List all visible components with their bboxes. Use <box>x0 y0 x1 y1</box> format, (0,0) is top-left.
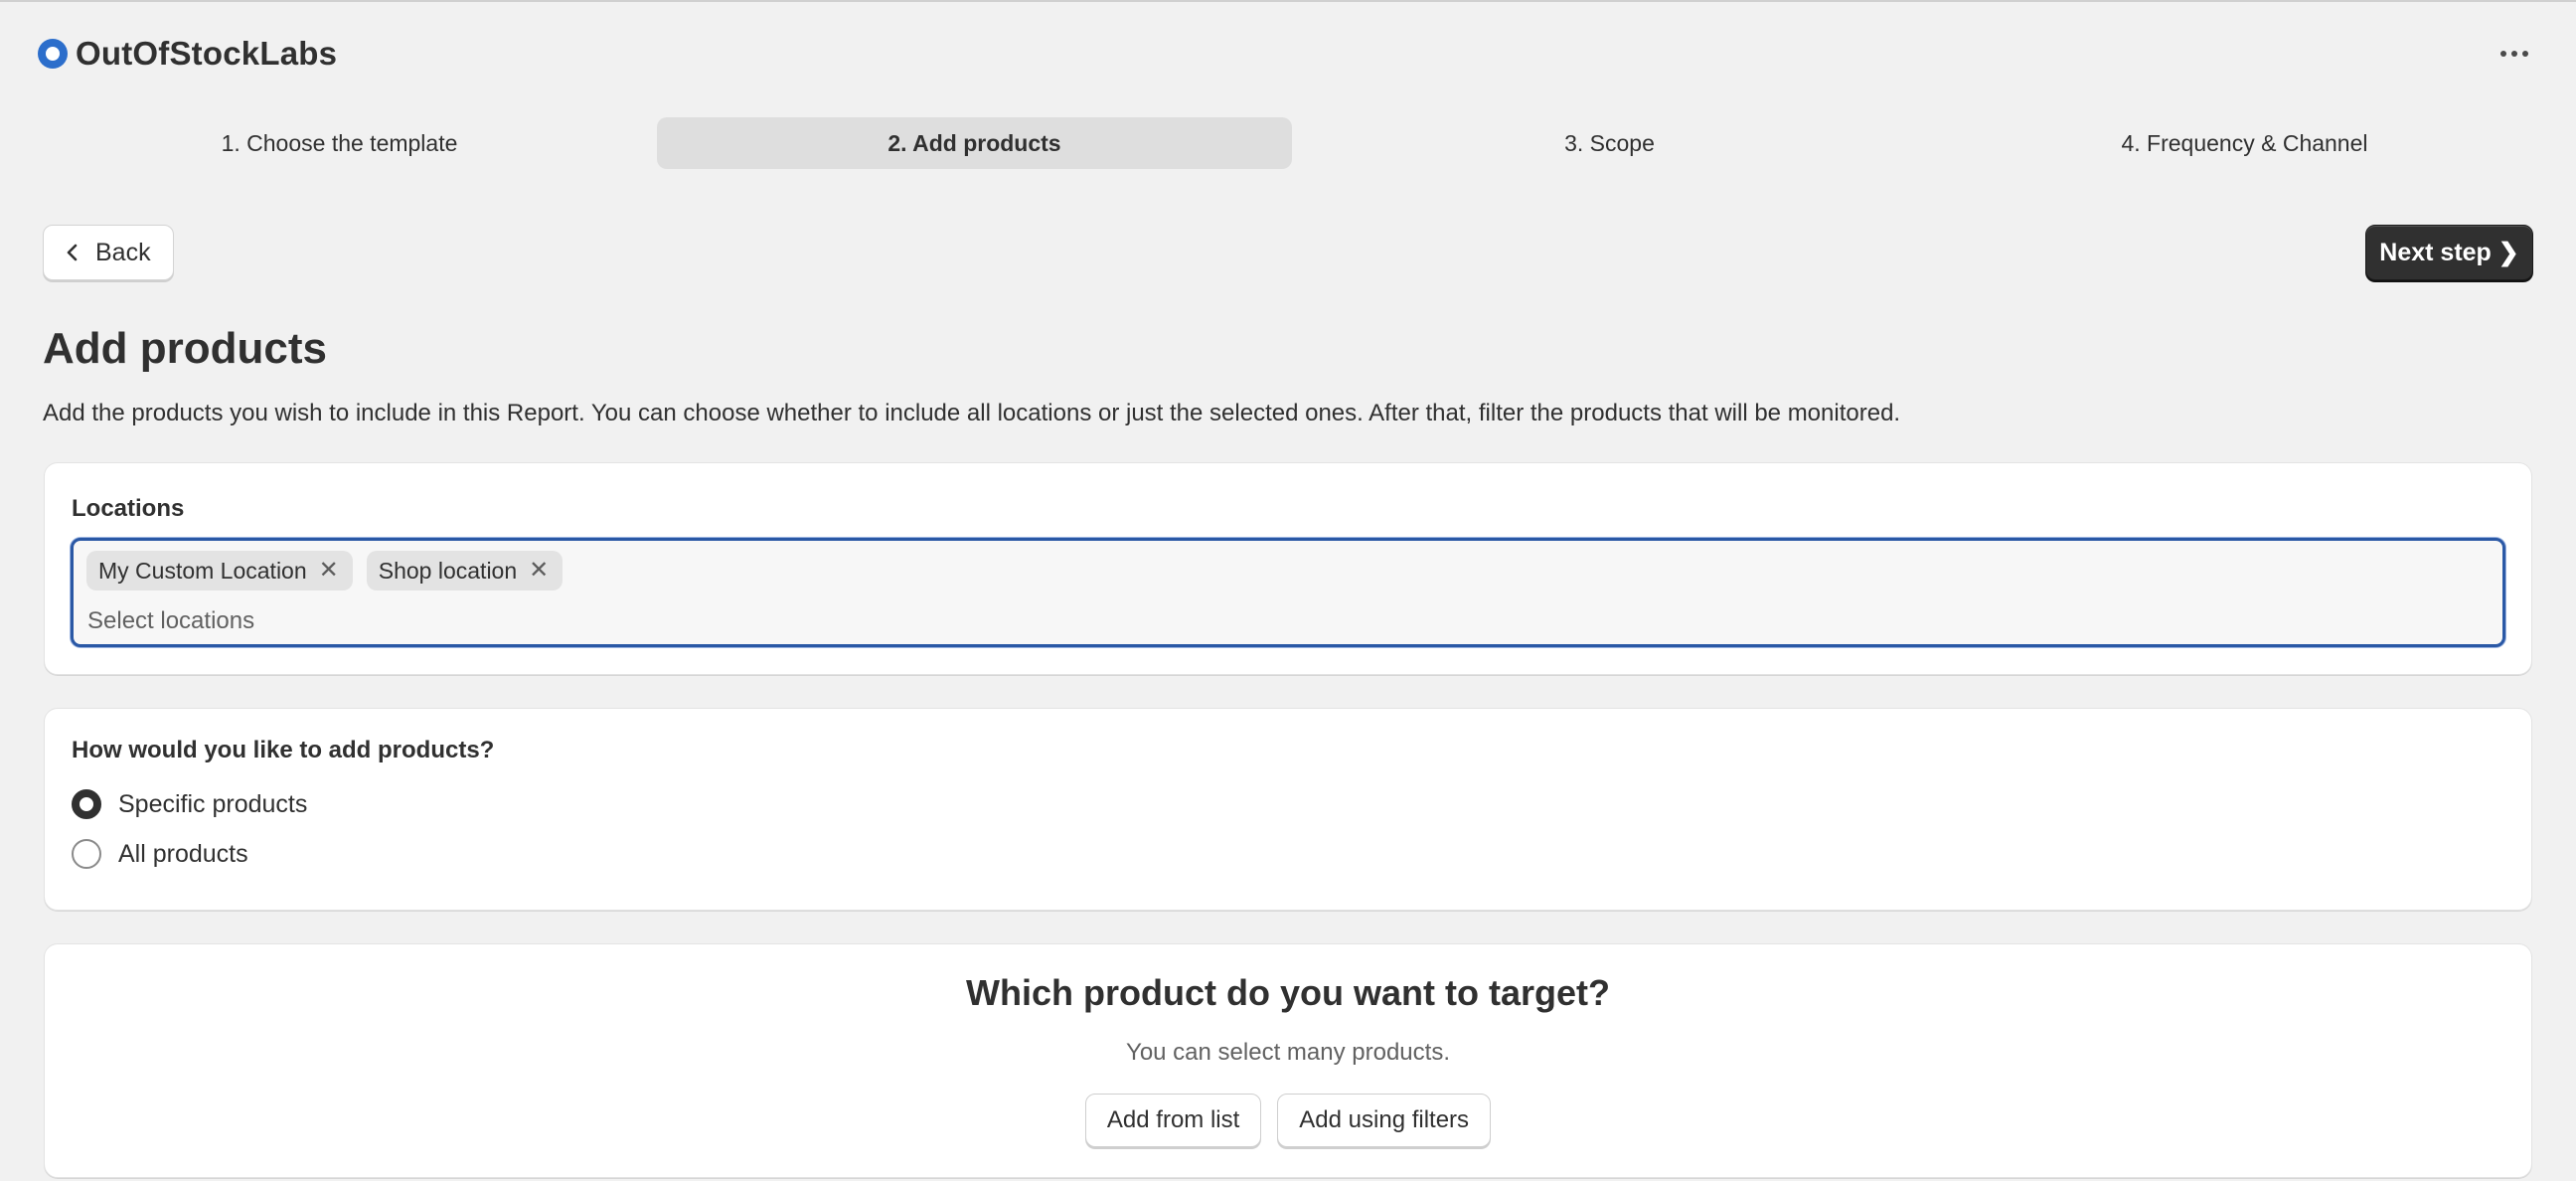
radio-label: All products <box>118 839 248 868</box>
add-method-question: How would you like to add products? <box>72 737 495 763</box>
locations-card: Locations My Custom Location ✕ Shop loca… <box>44 462 2532 675</box>
more-options-icon[interactable] <box>2491 41 2538 67</box>
app-header: OutOfStockLabs <box>0 2 2576 105</box>
chevron-left-icon <box>67 244 78 261</box>
radio-label: Specific products <box>118 789 308 818</box>
location-tag: Shop location ✕ <box>366 551 564 590</box>
remove-tag-icon[interactable]: ✕ <box>529 559 549 583</box>
remove-tag-icon[interactable]: ✕ <box>319 559 339 583</box>
step-scope[interactable]: 3. Scope <box>1292 117 1927 169</box>
target-title: Which product do you want to target? <box>966 972 1610 1013</box>
target-subtitle: You can select many products. <box>1126 1039 1450 1066</box>
add-using-filters-button[interactable]: Add using filters <box>1277 1094 1492 1147</box>
locations-combobox[interactable]: My Custom Location ✕ Shop location ✕ <box>71 538 2505 647</box>
radio-all-products[interactable]: All products <box>72 839 248 869</box>
back-button-label: Back <box>95 238 151 266</box>
page-description: Add the products you wish to include in … <box>43 400 1901 426</box>
app-logo-icon <box>38 39 68 69</box>
selected-locations: My Custom Location ✕ Shop location ✕ <box>86 551 564 590</box>
wizard-stepper: 1. Choose the template 2. Add products 3… <box>22 117 2562 169</box>
radio-unchecked-icon[interactable] <box>72 839 101 869</box>
step-frequency-channel[interactable]: 4. Frequency & Channel <box>1927 117 2562 169</box>
page-title: Add products <box>43 324 327 373</box>
brand: OutOfStockLabs <box>38 35 337 73</box>
location-tag-label: Shop location <box>378 557 518 584</box>
location-tag: My Custom Location ✕ <box>86 551 353 590</box>
step-choose-template[interactable]: 1. Choose the template <box>22 117 657 169</box>
next-step-button[interactable]: Next step ❯ <box>2365 225 2533 280</box>
target-card: Which product do you want to target? You… <box>44 943 2532 1178</box>
app-name: OutOfStockLabs <box>76 35 338 72</box>
radio-checked-icon[interactable] <box>72 789 101 819</box>
step-add-products[interactable]: 2. Add products <box>657 117 1292 169</box>
locations-input[interactable] <box>87 604 2473 638</box>
radio-specific-products[interactable]: Specific products <box>72 789 307 819</box>
location-tag-label: My Custom Location <box>98 557 307 584</box>
add-method-card: How would you like to add products? Spec… <box>44 708 2532 911</box>
locations-label: Locations <box>72 495 185 522</box>
back-button[interactable]: Back <box>43 225 174 280</box>
target-actions: Add from list Add using filters <box>45 1094 2531 1147</box>
add-from-list-button[interactable]: Add from list <box>1084 1094 1262 1147</box>
